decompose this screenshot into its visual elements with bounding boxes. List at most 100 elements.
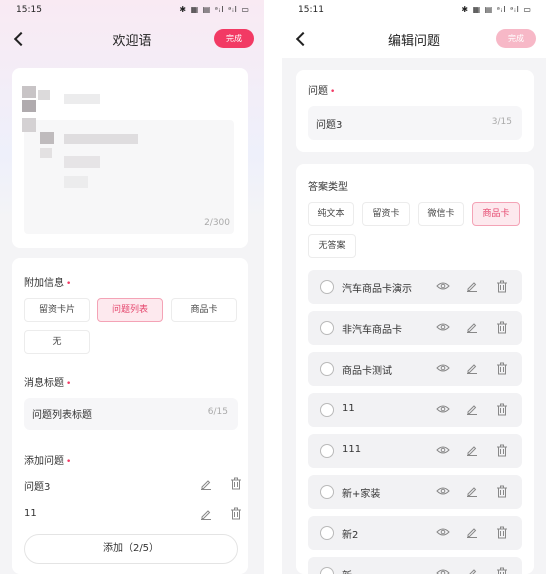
answer-type-label: 答案类型: [308, 182, 348, 193]
trash-icon[interactable]: [496, 362, 508, 375]
radio-button[interactable]: [320, 280, 334, 294]
msg-title-counter: 6/15: [207, 407, 228, 417]
eye-icon[interactable]: [436, 363, 450, 373]
msg-title-input[interactable]: 问题列表标题 6/15: [24, 398, 238, 430]
radio-button[interactable]: [320, 526, 334, 540]
radio-button[interactable]: [320, 485, 334, 499]
eye-icon[interactable]: [436, 568, 450, 574]
msg-title-label: 消息标题 •: [24, 374, 71, 389]
question-card: 问题 • 问题3 3/15: [296, 70, 534, 152]
eye-icon[interactable]: [436, 527, 450, 537]
product-card-row[interactable]: 111: [308, 434, 522, 468]
trash-icon[interactable]: [496, 526, 508, 539]
add-question-label: 添加问题 •: [24, 452, 71, 467]
message-textarea[interactable]: [22, 86, 234, 234]
attach-label: 附加信息 •: [24, 274, 71, 289]
product-card-name: 11: [342, 403, 355, 414]
required-mark: •: [66, 279, 72, 289]
radio-button[interactable]: [320, 321, 334, 335]
eye-icon[interactable]: [436, 281, 450, 291]
product-card-row[interactable]: 11: [308, 393, 522, 427]
done-button[interactable]: 完成: [214, 29, 254, 48]
mosaic-block: [22, 86, 36, 98]
question-value: 问题3: [316, 120, 343, 131]
mosaic-block: [64, 94, 100, 104]
edit-icon[interactable]: [466, 444, 478, 456]
trash-icon[interactable]: [496, 280, 508, 293]
product-card-row[interactable]: 汽车商品卡演示: [308, 270, 522, 304]
radio-button[interactable]: [320, 567, 334, 574]
edit-icon[interactable]: [466, 526, 478, 538]
edit-icon[interactable]: [200, 508, 212, 520]
attach-label-text: 附加信息: [24, 278, 64, 289]
edit-icon[interactable]: [466, 321, 478, 333]
answer-type-none[interactable]: 无答案: [308, 234, 356, 258]
msg-title-label-text: 消息标题: [24, 378, 64, 389]
radio-button[interactable]: [320, 403, 334, 417]
product-card-name: 新2: [342, 530, 359, 541]
eye-icon[interactable]: [436, 445, 450, 455]
question-text: 11: [24, 508, 37, 519]
edit-icon[interactable]: [466, 485, 478, 497]
status-icons: ✱ ▦ ▤ ᵃᵢl ᵃᵢl ▭: [179, 5, 250, 14]
trash-icon[interactable]: [496, 567, 508, 574]
radio-button[interactable]: [320, 362, 334, 376]
product-card-name: 新+家装: [342, 489, 381, 500]
mosaic-block: [22, 100, 36, 112]
question-text: 问题3: [24, 482, 51, 493]
required-mark: •: [66, 457, 72, 467]
edit-icon[interactable]: [466, 567, 478, 574]
question-row: 问题3: [24, 474, 242, 494]
edit-icon[interactable]: [466, 403, 478, 415]
question-counter: 3/15: [491, 117, 512, 127]
answer-type-lead-card[interactable]: 留资卡: [362, 202, 410, 226]
trash-icon[interactable]: [496, 444, 508, 457]
radio-button[interactable]: [320, 444, 334, 458]
product-card-name: 111: [342, 444, 362, 455]
attach-option-none[interactable]: 无: [24, 330, 90, 354]
product-card-row[interactable]: 非汽车商品卡: [308, 311, 522, 345]
eye-icon[interactable]: [436, 404, 450, 414]
trash-icon[interactable]: [496, 321, 508, 334]
welcome-screen: 15:15 ✱ ▦ ▤ ᵃᵢl ᵃᵢl ▭ 欢迎语 完成 2/300 附加信息 •…: [0, 0, 264, 574]
status-bar: 15:15 ✱ ▦ ▤ ᵃᵢl ᵃᵢl ▭: [0, 0, 264, 20]
eye-icon[interactable]: [436, 322, 450, 332]
question-row: 11: [24, 504, 242, 524]
edit-icon[interactable]: [466, 280, 478, 292]
question-input[interactable]: 问题3 3/15: [308, 106, 522, 140]
attach-option-product-card[interactable]: 商品卡: [171, 298, 237, 322]
mosaic-block: [64, 176, 88, 188]
eye-icon[interactable]: [436, 486, 450, 496]
product-card-row[interactable]: 商品卡测试: [308, 352, 522, 386]
question-label: 问题 •: [308, 82, 335, 97]
done-button[interactable]: 完成: [496, 29, 536, 48]
product-card-name: 商品卡测试: [342, 366, 392, 377]
attach-option-lead-card[interactable]: 留资卡片: [24, 298, 90, 322]
answer-type-plain-text[interactable]: 纯文本: [308, 202, 354, 226]
status-icons: ✱ ▦ ▤ ᵃᵢl ᵃᵢl ▭: [461, 5, 532, 14]
question-label-text: 问题: [308, 86, 328, 97]
answer-type-wechat-card[interactable]: 微信卡: [418, 202, 464, 226]
nav-bar: 欢迎语 完成: [0, 24, 264, 56]
attach-option-question-list[interactable]: 问题列表: [97, 298, 163, 322]
mosaic-block: [38, 90, 50, 100]
mosaic-block: [40, 132, 54, 144]
msg-title-value: 问题列表标题: [32, 410, 92, 421]
status-time: 15:15: [16, 5, 42, 15]
message-counter: 2/300: [204, 218, 230, 228]
edit-icon[interactable]: [466, 362, 478, 374]
product-card-row[interactable]: 新2: [308, 516, 522, 550]
trash-icon[interactable]: [496, 403, 508, 416]
trash-icon[interactable]: [496, 485, 508, 498]
edit-icon[interactable]: [200, 478, 212, 490]
add-question-label-text: 添加问题: [24, 456, 64, 467]
product-card-row[interactable]: 新: [308, 557, 522, 574]
answer-type-product-card[interactable]: 商品卡: [472, 202, 520, 226]
add-question-button[interactable]: 添加（2/5）: [24, 534, 238, 564]
product-card-row[interactable]: 新+家装: [308, 475, 522, 509]
trash-icon[interactable]: [230, 477, 242, 490]
nav-bar: 编辑问题 完成: [282, 24, 546, 58]
mosaic-block: [64, 156, 100, 168]
product-card-name: 汽车商品卡演示: [342, 284, 412, 295]
trash-icon[interactable]: [230, 507, 242, 520]
